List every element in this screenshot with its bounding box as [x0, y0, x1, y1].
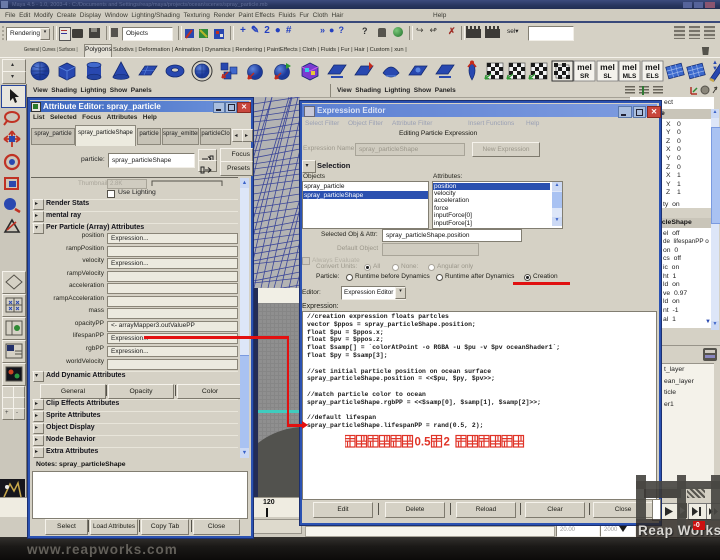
svg-text:mel: mel: [577, 62, 592, 72]
svg-text:MLS: MLS: [623, 73, 637, 80]
svg-text:SR: SR: [580, 73, 589, 80]
svg-text:mel: mel: [645, 62, 660, 72]
svg-text:mel: mel: [622, 62, 637, 72]
svg-text:SL: SL: [603, 73, 611, 80]
svg-text:0.5: 0.5: [415, 437, 432, 449]
svg-text:mel: mel: [600, 62, 615, 72]
svg-text:ELS: ELS: [646, 73, 659, 80]
svg-text:2: 2: [444, 437, 450, 449]
